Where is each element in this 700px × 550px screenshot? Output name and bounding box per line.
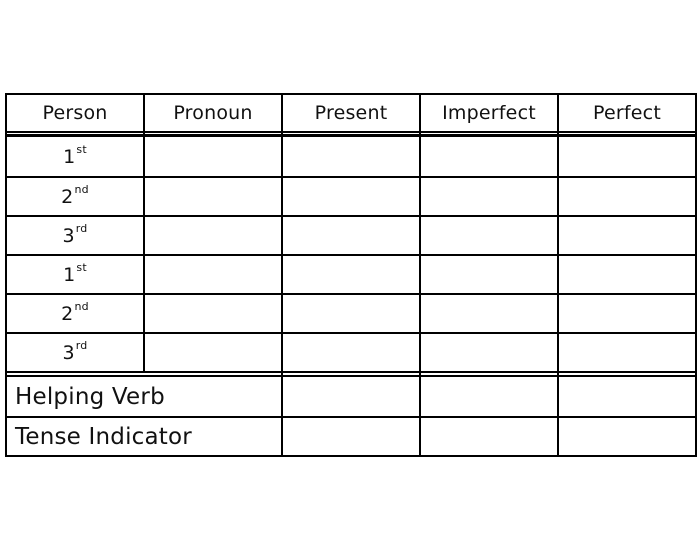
- pronoun-cell[interactable]: [145, 217, 281, 254]
- table-right-border: [695, 93, 697, 457]
- perfect-footer-cell[interactable]: [559, 377, 695, 416]
- present-footer-cell[interactable]: [283, 418, 419, 455]
- person-number: 1: [63, 263, 76, 286]
- header-imperfect: Imperfect: [442, 102, 536, 124]
- present-cell[interactable]: [283, 295, 419, 332]
- present-cell[interactable]: [283, 178, 419, 215]
- person-cell: 2nd: [7, 295, 143, 332]
- pronoun-cell[interactable]: [145, 334, 281, 371]
- conjugation-table: Person Pronoun Present Imperfect Perfect 1st 2…: [0, 0, 700, 550]
- person-number: 2: [61, 302, 74, 325]
- ordinal-suffix: nd: [74, 183, 89, 196]
- pronoun-cell[interactable]: [145, 178, 281, 215]
- imperfect-cell[interactable]: [421, 137, 557, 176]
- present-footer-cell[interactable]: [283, 377, 419, 416]
- present-cell[interactable]: [283, 137, 419, 176]
- table-bottom-border: [5, 455, 697, 457]
- footer-label: Tense Indicator: [15, 423, 192, 450]
- person-number: 3: [62, 224, 75, 247]
- pronoun-cell[interactable]: [145, 295, 281, 332]
- imperfect-cell[interactable]: [421, 217, 557, 254]
- ordinal-suffix: rd: [75, 339, 88, 352]
- perfect-footer-cell[interactable]: [559, 418, 695, 455]
- imperfect-footer-cell[interactable]: [421, 377, 557, 416]
- perfect-cell[interactable]: [559, 178, 695, 215]
- perfect-cell[interactable]: [559, 256, 695, 293]
- header-present: Present: [314, 102, 388, 124]
- person-cell: 1st: [7, 137, 143, 176]
- imperfect-footer-cell[interactable]: [421, 418, 557, 455]
- perfect-cell[interactable]: [559, 334, 695, 371]
- person-cell: 3rd: [7, 334, 143, 371]
- ordinal-suffix: st: [76, 261, 87, 274]
- perfect-cell[interactable]: [559, 295, 695, 332]
- footer-divider-upper: [5, 371, 697, 373]
- person-number: 1: [63, 145, 76, 168]
- header-divider-upper: [5, 131, 697, 133]
- pronoun-cell[interactable]: [145, 256, 281, 293]
- ordinal-suffix: rd: [75, 222, 88, 235]
- present-cell[interactable]: [283, 334, 419, 371]
- pronoun-cell[interactable]: [145, 137, 281, 176]
- person-cell: 3rd: [7, 217, 143, 254]
- imperfect-cell[interactable]: [421, 334, 557, 371]
- present-cell[interactable]: [283, 256, 419, 293]
- header-pronoun: Pronoun: [173, 102, 253, 124]
- person-number: 2: [61, 185, 74, 208]
- perfect-cell[interactable]: [559, 137, 695, 176]
- imperfect-cell[interactable]: [421, 178, 557, 215]
- ordinal-suffix: st: [76, 143, 87, 156]
- header-person: Person: [42, 102, 108, 124]
- present-cell[interactable]: [283, 217, 419, 254]
- person-cell: 2nd: [7, 178, 143, 215]
- ordinal-suffix: nd: [74, 300, 89, 313]
- perfect-cell[interactable]: [559, 217, 695, 254]
- header-perfect: Perfect: [593, 102, 661, 124]
- person-cell: 1st: [7, 256, 143, 293]
- person-number: 3: [62, 341, 75, 364]
- imperfect-cell[interactable]: [421, 256, 557, 293]
- imperfect-cell[interactable]: [421, 295, 557, 332]
- footer-label: Helping Verb: [15, 383, 165, 410]
